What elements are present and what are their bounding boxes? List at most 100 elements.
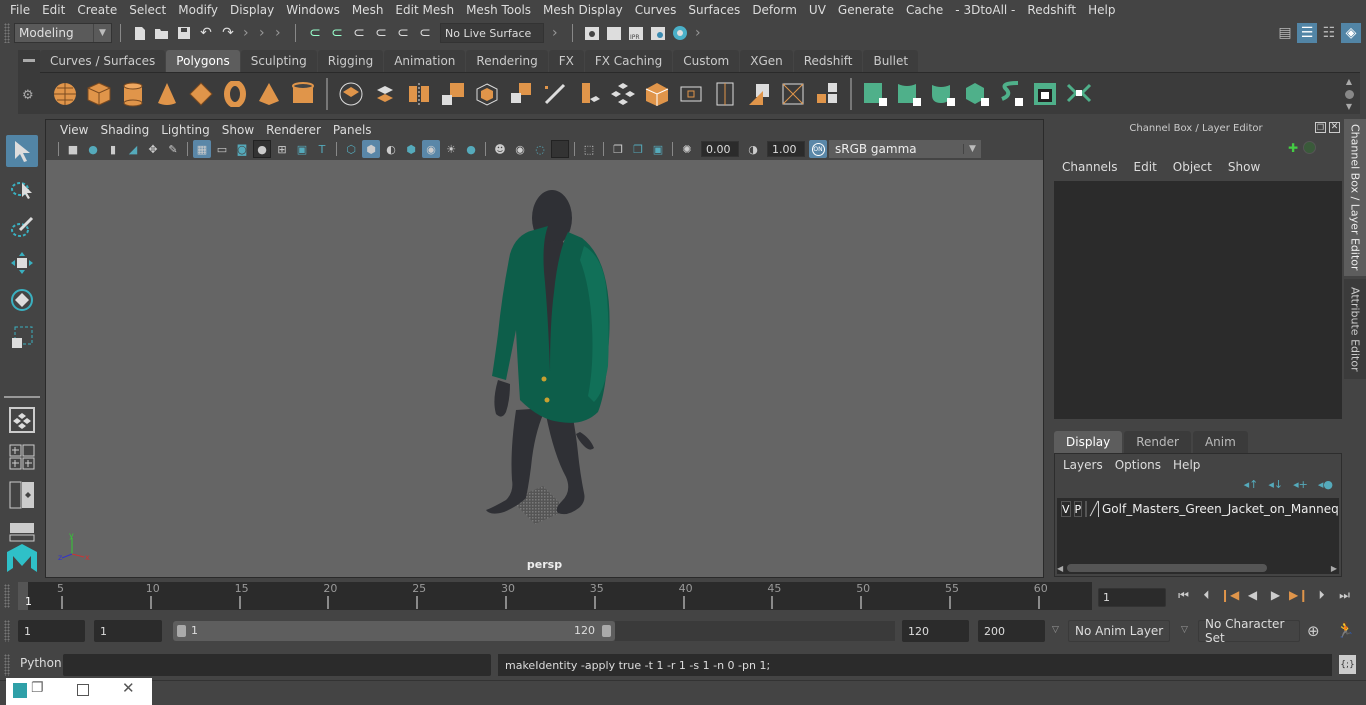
live-surface-field[interactable]: No Live Surface bbox=[440, 23, 544, 43]
paint-select-tool[interactable] bbox=[6, 210, 38, 242]
menu-modify[interactable]: Modify bbox=[172, 3, 224, 17]
animation-end-field[interactable]: 200 bbox=[978, 620, 1045, 642]
bridge-icon[interactable] bbox=[575, 80, 603, 108]
cbox-menu-show[interactable]: Show bbox=[1220, 160, 1268, 174]
snap-curve-icon[interactable]: ⊂ bbox=[327, 23, 347, 43]
move-layer-up-icon[interactable]: ◂↑ bbox=[1244, 478, 1259, 491]
bookmark-icon[interactable]: ▮ bbox=[104, 140, 122, 158]
scroll-thumb[interactable] bbox=[1344, 89, 1354, 99]
lights-icon[interactable]: ☀ bbox=[442, 140, 460, 158]
play-backwards-icon[interactable]: ◀ bbox=[1243, 588, 1262, 603]
exposure-icon[interactable]: ✺ bbox=[678, 140, 696, 158]
range-end-handle[interactable] bbox=[602, 625, 611, 637]
poly-sphere-icon[interactable] bbox=[51, 80, 79, 108]
field-chart-icon[interactable]: ⊞ bbox=[273, 140, 291, 158]
attribute-editor-toggle-icon[interactable]: ☰ bbox=[1297, 23, 1317, 43]
character-set-dropdown[interactable]: No Character Set bbox=[1198, 617, 1300, 645]
menu-edit[interactable]: Edit bbox=[36, 3, 71, 17]
time-slider[interactable]: 1 5 10 15 20 25 30 35 40 45 50 55 60 bbox=[18, 582, 1092, 610]
character-set-chevron-icon[interactable]: ▽ bbox=[1181, 625, 1188, 635]
menu-windows[interactable]: Windows bbox=[280, 3, 346, 17]
anim-layer-chevron-icon[interactable]: ▽ bbox=[1052, 625, 1059, 635]
single-perspective-layout-icon[interactable] bbox=[6, 404, 38, 436]
shelf-tab-sculpting[interactable]: Sculpting bbox=[240, 50, 317, 72]
layer-display-type-toggle[interactable] bbox=[1085, 501, 1088, 517]
make-live-icon[interactable]: ⊂ bbox=[415, 23, 435, 43]
move-layer-down-icon[interactable]: ◂↓ bbox=[1268, 478, 1283, 491]
insert-loop-icon[interactable] bbox=[745, 80, 773, 108]
grid-icon[interactable]: ▦ bbox=[193, 140, 211, 158]
layer-menu-layers[interactable]: Layers bbox=[1057, 458, 1109, 472]
poly-cone-icon[interactable] bbox=[153, 80, 181, 108]
shelf-tab-fx[interactable]: FX bbox=[548, 50, 584, 72]
render-view-icon[interactable] bbox=[582, 23, 602, 43]
menu-uv[interactable]: UV bbox=[803, 3, 832, 17]
isolate-select-icon[interactable]: ⬚ bbox=[580, 140, 598, 158]
cbox-menu-edit[interactable]: Edit bbox=[1126, 160, 1165, 174]
step-back-key-icon[interactable]: ❙◀ bbox=[1220, 588, 1239, 603]
layer-playback-toggle[interactable]: P bbox=[1073, 501, 1083, 517]
select-camera-icon[interactable]: ■ bbox=[64, 140, 82, 158]
shelf-settings-icon[interactable]: ⚙ bbox=[22, 88, 34, 103]
xray-joints-icon[interactable]: ❐ bbox=[609, 140, 627, 158]
channel-list[interactable] bbox=[1054, 181, 1342, 419]
layer-visibility-toggle[interactable]: V bbox=[1061, 501, 1071, 517]
exposure-field[interactable]: 0.00 bbox=[701, 141, 739, 157]
shelf-tab-xgen[interactable]: XGen bbox=[740, 50, 793, 72]
panel-menu-panels[interactable]: Panels bbox=[327, 123, 378, 137]
safe-title-icon[interactable]: T bbox=[313, 140, 331, 158]
2d-pan-zoom-icon[interactable]: ✥ bbox=[144, 140, 162, 158]
menu-create[interactable]: Create bbox=[71, 3, 123, 17]
separate-icon[interactable] bbox=[371, 80, 399, 108]
snap-point-icon[interactable]: ⊂ bbox=[349, 23, 369, 43]
bevel-icon[interactable] bbox=[507, 80, 535, 108]
combine-icon[interactable] bbox=[337, 80, 365, 108]
shelf-tab-curves-surfaces[interactable]: Curves / Surfaces bbox=[40, 50, 166, 72]
layer-name[interactable]: Golf_Masters_Green_Jacket_on_Mannequin bbox=[1102, 502, 1339, 516]
color-management-toggle[interactable]: ON bbox=[809, 140, 827, 158]
wireframe-icon[interactable]: ⬡ bbox=[342, 140, 360, 158]
menu-surfaces[interactable]: Surfaces bbox=[682, 3, 746, 17]
panel-menu-show[interactable]: Show bbox=[216, 123, 260, 137]
manipulator-icon[interactable] bbox=[1303, 141, 1316, 154]
snap-live-icon[interactable]: ⊂ bbox=[393, 23, 413, 43]
xray-active-icon[interactable]: ❐ bbox=[629, 140, 647, 158]
shelf-scroll[interactable]: ▲ ▼ bbox=[1344, 77, 1354, 111]
animation-start-field[interactable]: 1 bbox=[18, 620, 85, 642]
fill-hole-icon[interactable] bbox=[643, 80, 671, 108]
collapse-arrow-icon[interactable]: › bbox=[275, 24, 283, 42]
color-space-dropdown[interactable]: sRGB gamma ▼ bbox=[829, 140, 981, 158]
select-tool[interactable] bbox=[6, 135, 38, 167]
panel-menu-lighting[interactable]: Lighting bbox=[155, 123, 216, 137]
gamma-icon[interactable]: ◑ bbox=[744, 140, 762, 158]
cbox-menu-object[interactable]: Object bbox=[1165, 160, 1220, 174]
command-input[interactable] bbox=[63, 654, 491, 676]
anim-layer-dropdown[interactable]: No Anim Layer bbox=[1068, 620, 1170, 642]
new-layer-from-selected-icon[interactable]: ◂● bbox=[1318, 478, 1333, 491]
save-scene-icon[interactable] bbox=[174, 23, 194, 43]
redo-icon[interactable]: ↷ bbox=[218, 23, 238, 43]
drag-handle[interactable] bbox=[4, 23, 10, 43]
xray-icon[interactable]: ⬢ bbox=[402, 140, 420, 158]
new-empty-layer-icon[interactable]: ◂+ bbox=[1293, 478, 1308, 491]
poly-cube-icon[interactable] bbox=[85, 80, 113, 108]
menu-3dtoall[interactable]: - 3DtoAll - bbox=[949, 3, 1021, 17]
go-to-start-icon[interactable]: ⏮ bbox=[1174, 588, 1193, 603]
shelf-tab-polygons[interactable]: Polygons bbox=[166, 50, 240, 72]
panel-menu-view[interactable]: View bbox=[54, 123, 94, 137]
image-plane-icon[interactable]: ◢ bbox=[124, 140, 142, 158]
collapse-arrow-icon[interactable]: › bbox=[259, 24, 267, 42]
menu-deform[interactable]: Deform bbox=[746, 3, 803, 17]
hypershade-icon[interactable] bbox=[670, 23, 690, 43]
step-forward-frame-icon[interactable]: ⏵ bbox=[1312, 588, 1331, 603]
new-scene-icon[interactable] bbox=[130, 23, 150, 43]
safe-action-icon[interactable]: ▣ bbox=[293, 140, 311, 158]
scroll-down-icon[interactable]: ▼ bbox=[1346, 102, 1352, 111]
film-gate-icon[interactable]: ▭ bbox=[213, 140, 231, 158]
maximize-button[interactable] bbox=[77, 684, 89, 696]
anti-aliasing-icon[interactable]: ◌ bbox=[531, 140, 549, 158]
scroll-right-icon[interactable]: ▶ bbox=[1331, 564, 1337, 573]
scale-tool[interactable] bbox=[6, 321, 38, 353]
play-forwards-icon[interactable]: ▶ bbox=[1266, 588, 1285, 603]
poly-pyramid-icon[interactable] bbox=[255, 80, 283, 108]
